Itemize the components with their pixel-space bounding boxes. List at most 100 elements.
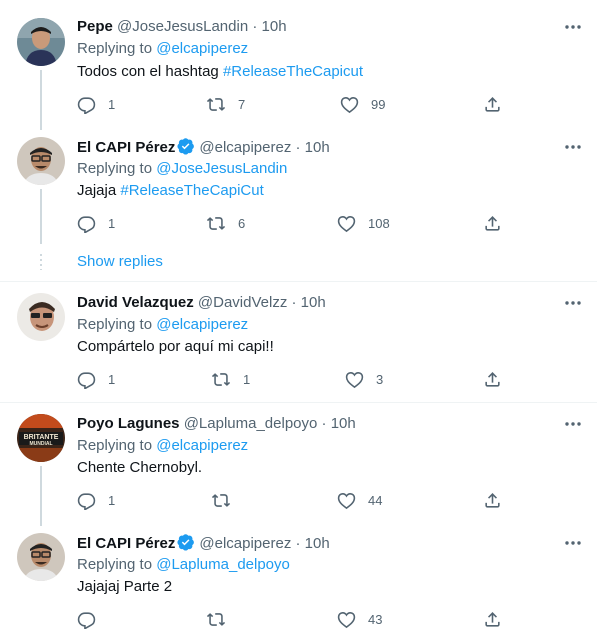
- share-icon: [485, 611, 500, 627]
- timestamp[interactable]: 10h: [262, 18, 287, 35]
- replying-label: Replying to: [77, 316, 153, 333]
- like-button[interactable]: 99: [340, 94, 385, 114]
- tweet-text: Jajajaj Parte 2: [77, 577, 172, 597]
- more-icon[interactable]: [563, 17, 583, 37]
- more-icon[interactable]: [563, 293, 583, 313]
- heart-icon: [337, 611, 356, 628]
- tweet-body: Todos con el hashtag: [77, 63, 223, 80]
- user-handle[interactable]: @Lapluma_delpoyo: [184, 415, 318, 432]
- share-button[interactable]: [483, 609, 502, 629]
- reply-icon: [77, 215, 96, 233]
- user-handle[interactable]: @DavidVelzz: [198, 294, 287, 311]
- display-name[interactable]: Poyo Lagunes: [77, 415, 180, 432]
- reply-button[interactable]: 1: [77, 369, 115, 389]
- verified-badge-icon: [177, 138, 195, 155]
- retweet-icon: [206, 612, 226, 626]
- display-name[interactable]: El CAPI Pérez: [77, 535, 175, 552]
- tweet-header: El CAPI Pérez @elcapiperez · 10h: [77, 533, 330, 554]
- thread-line: [40, 70, 42, 130]
- tweet-text: Jajaja #ReleaseTheCapiCut: [77, 181, 264, 201]
- share-icon: [485, 96, 500, 112]
- show-replies-link[interactable]: Show replies: [77, 252, 163, 272]
- like-count: 43: [368, 611, 383, 627]
- avatar[interactable]: BRITANTE MUNDIAL: [17, 414, 65, 462]
- timestamp[interactable]: 10h: [305, 535, 330, 552]
- more-icon[interactable]: [563, 137, 583, 157]
- reply-icon: [77, 611, 96, 629]
- share-button[interactable]: [483, 490, 502, 510]
- replying-to-link[interactable]: @elcapiperez: [156, 437, 248, 454]
- like-count: 3: [376, 371, 384, 387]
- share-button[interactable]: [483, 369, 502, 389]
- like-button[interactable]: 43: [337, 609, 382, 629]
- avatar[interactable]: [17, 293, 65, 341]
- more-icon[interactable]: [563, 533, 583, 553]
- tweet-header: David Velazquez @DavidVelzz · 10h: [77, 293, 326, 313]
- replying-label: Replying to: [77, 437, 153, 454]
- heart-icon: [340, 96, 359, 113]
- reply-icon: [77, 492, 96, 510]
- share-icon: [485, 215, 500, 231]
- retweet-button[interactable]: 7: [206, 94, 245, 114]
- reply-button[interactable]: 1: [77, 94, 115, 114]
- retweet-button[interactable]: 6: [206, 213, 245, 233]
- replying-to: Replying to @JoseJesusLandin: [77, 159, 287, 179]
- reply-count: 1: [108, 96, 116, 112]
- retweet-count: 7: [238, 96, 246, 112]
- retweet-button[interactable]: [211, 490, 243, 510]
- retweet-count: 6: [238, 215, 246, 231]
- share-icon: [485, 371, 500, 387]
- replying-to-link[interactable]: @Lapluma_delpoyo: [156, 556, 290, 573]
- retweet-count: 1: [243, 371, 251, 387]
- replying-to-link[interactable]: @JoseJesusLandin: [156, 160, 287, 177]
- user-handle[interactable]: @elcapiperez: [199, 535, 291, 552]
- avatar[interactable]: [17, 137, 65, 185]
- replying-to: Replying to @elcapiperez: [77, 436, 248, 456]
- thread-line: [40, 466, 42, 526]
- replying-label: Replying to: [77, 556, 153, 573]
- replying-to-link[interactable]: @elcapiperez: [156, 316, 248, 333]
- user-handle[interactable]: @JoseJesusLandin: [117, 18, 248, 35]
- hashtag-link[interactable]: #ReleaseTheCapiCut: [120, 182, 263, 199]
- retweet-icon: [211, 372, 231, 386]
- reply-button[interactable]: [77, 609, 96, 629]
- like-button[interactable]: 44: [337, 490, 382, 510]
- heart-icon: [337, 215, 356, 232]
- heart-icon: [345, 371, 364, 388]
- avatar[interactable]: [17, 533, 65, 581]
- reply-icon: [77, 96, 96, 114]
- avatar-logo-top: BRITANTE: [24, 434, 59, 441]
- display-name[interactable]: El CAPI Pérez: [77, 139, 175, 156]
- divider: [0, 402, 597, 403]
- user-handle[interactable]: @elcapiperez: [199, 139, 291, 156]
- reply-button[interactable]: 1: [77, 213, 115, 233]
- reply-button[interactable]: 1: [77, 490, 115, 510]
- like-count: 99: [371, 96, 386, 112]
- share-button[interactable]: [483, 94, 502, 114]
- share-button[interactable]: [483, 213, 502, 233]
- replying-label: Replying to: [77, 40, 153, 57]
- more-icon[interactable]: [563, 414, 583, 434]
- like-count: 44: [368, 492, 383, 508]
- tweet-body: Chente Chernobyl.: [77, 459, 203, 476]
- timestamp[interactable]: 10h: [305, 139, 330, 156]
- hashtag-link[interactable]: #ReleaseTheCapicut: [223, 63, 363, 80]
- retweet-button[interactable]: 1: [211, 369, 250, 389]
- replying-label: Replying to: [77, 160, 153, 177]
- avatar[interactable]: [17, 18, 65, 66]
- retweet-button[interactable]: [206, 609, 226, 629]
- display-name[interactable]: David Velazquez: [77, 294, 194, 311]
- like-button[interactable]: 3: [345, 369, 383, 389]
- tweet-text: Compártelo por aquí mi capi!!: [77, 337, 274, 357]
- timestamp[interactable]: 10h: [331, 415, 356, 432]
- display-name[interactable]: Pepe: [77, 18, 113, 35]
- retweet-icon: [206, 97, 226, 111]
- separator-dot: ·: [321, 415, 327, 432]
- replying-to-link[interactable]: @elcapiperez: [156, 40, 248, 57]
- separator-dot: ·: [252, 18, 258, 35]
- reply-count: 1: [108, 492, 116, 508]
- like-button[interactable]: 108: [337, 213, 390, 233]
- tweet-body: Compártelo por aquí mi capi!!: [77, 338, 274, 355]
- timestamp[interactable]: 10h: [301, 294, 326, 311]
- separator-dot: ·: [291, 294, 297, 311]
